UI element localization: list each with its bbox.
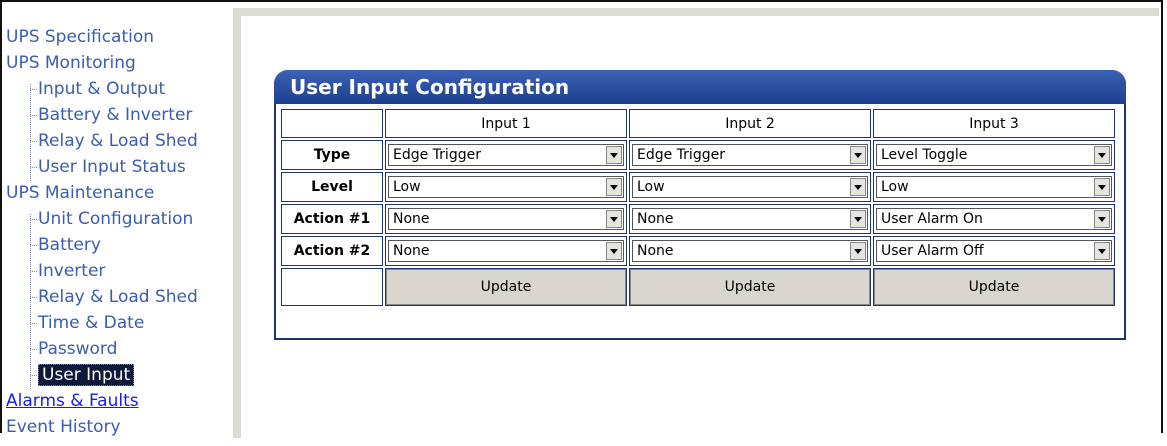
dropdown-arrow-icon[interactable] (606, 210, 622, 228)
type-select-input-2[interactable]: Edge Trigger (632, 144, 868, 166)
type-select-input-3[interactable]: Level Toggle (876, 144, 1112, 166)
update-button-input-3[interactable]: Update (874, 269, 1114, 305)
nav-password[interactable]: Password (6, 336, 226, 362)
dropdown-arrow-icon[interactable] (1094, 178, 1110, 196)
column-header-input-3: Input 3 (873, 109, 1115, 138)
dropdown-arrow-icon[interactable] (850, 146, 866, 164)
nav-input-output[interactable]: Input & Output (6, 76, 226, 102)
corner-cell (281, 109, 383, 138)
empty-cell (281, 268, 383, 306)
nav-event-history[interactable]: Event History (6, 414, 226, 440)
row-label-action-1: Action #1 (281, 204, 383, 234)
sidebar-nav: UPS Specification UPS Monitoring Input &… (6, 24, 226, 440)
dropdown-arrow-icon[interactable] (1094, 210, 1110, 228)
column-header-input-2: Input 2 (629, 109, 871, 138)
dropdown-arrow-icon[interactable] (1094, 146, 1110, 164)
nav-user-input[interactable]: User Input (6, 362, 226, 388)
dropdown-arrow-icon[interactable] (850, 210, 866, 228)
dropdown-arrow-icon[interactable] (850, 178, 866, 196)
dropdown-arrow-icon[interactable] (606, 146, 622, 164)
update-button-input-2[interactable]: Update (630, 269, 870, 305)
action2-select-input-2[interactable]: None (632, 240, 868, 262)
config-table: Input 1 Input 2 Input 3 Type Edge Trigge… (279, 107, 1117, 308)
action1-select-input-2[interactable]: None (632, 208, 868, 230)
column-header-input-1: Input 1 (385, 109, 627, 138)
content-pane: User Input Configuration Input 1 Input 2… (233, 8, 1159, 446)
update-button-input-1[interactable]: Update (386, 269, 626, 305)
nav-alarms-faults[interactable]: Alarms & Faults (6, 388, 226, 414)
content-area: User Input Configuration Input 1 Input 2… (241, 16, 1159, 446)
level-select-input-2[interactable]: Low (632, 176, 868, 198)
nav-ups-maintenance[interactable]: UPS Maintenance (6, 180, 226, 206)
nav-time-date[interactable]: Time & Date (6, 310, 226, 336)
action1-select-input-3[interactable]: User Alarm On (876, 208, 1112, 230)
row-label-action-2: Action #2 (281, 236, 383, 266)
nav-inverter[interactable]: Inverter (6, 258, 226, 284)
action2-select-input-3[interactable]: User Alarm Off (876, 240, 1112, 262)
panel-title: User Input Configuration (274, 70, 1126, 104)
nav-ups-monitoring[interactable]: UPS Monitoring (6, 50, 226, 76)
nav-battery-inverter[interactable]: Battery & Inverter (6, 102, 226, 128)
action1-select-input-1[interactable]: None (388, 208, 624, 230)
nav-ups-specification[interactable]: UPS Specification (6, 24, 226, 50)
nav-battery[interactable]: Battery (6, 232, 226, 258)
tree-line (30, 214, 32, 389)
action2-select-input-1[interactable]: None (388, 240, 624, 262)
nav-maintenance-relay-load-shed[interactable]: Relay & Load Shed (6, 284, 226, 310)
level-select-input-3[interactable]: Low (876, 176, 1112, 198)
dropdown-arrow-icon[interactable] (1094, 242, 1110, 260)
dropdown-arrow-icon[interactable] (850, 242, 866, 260)
dropdown-arrow-icon[interactable] (606, 178, 622, 196)
row-label-level: Level (281, 172, 383, 202)
dropdown-arrow-icon[interactable] (606, 242, 622, 260)
level-select-input-1[interactable]: Low (388, 176, 624, 198)
tree-line (30, 84, 32, 181)
user-input-config-panel: User Input Configuration Input 1 Input 2… (274, 70, 1126, 340)
nav-unit-configuration[interactable]: Unit Configuration (6, 206, 226, 232)
type-select-input-1[interactable]: Edge Trigger (388, 144, 624, 166)
row-label-type: Type (281, 140, 383, 170)
nav-user-input-status[interactable]: User Input Status (6, 154, 226, 180)
nav-monitoring-relay-load-shed[interactable]: Relay & Load Shed (6, 128, 226, 154)
